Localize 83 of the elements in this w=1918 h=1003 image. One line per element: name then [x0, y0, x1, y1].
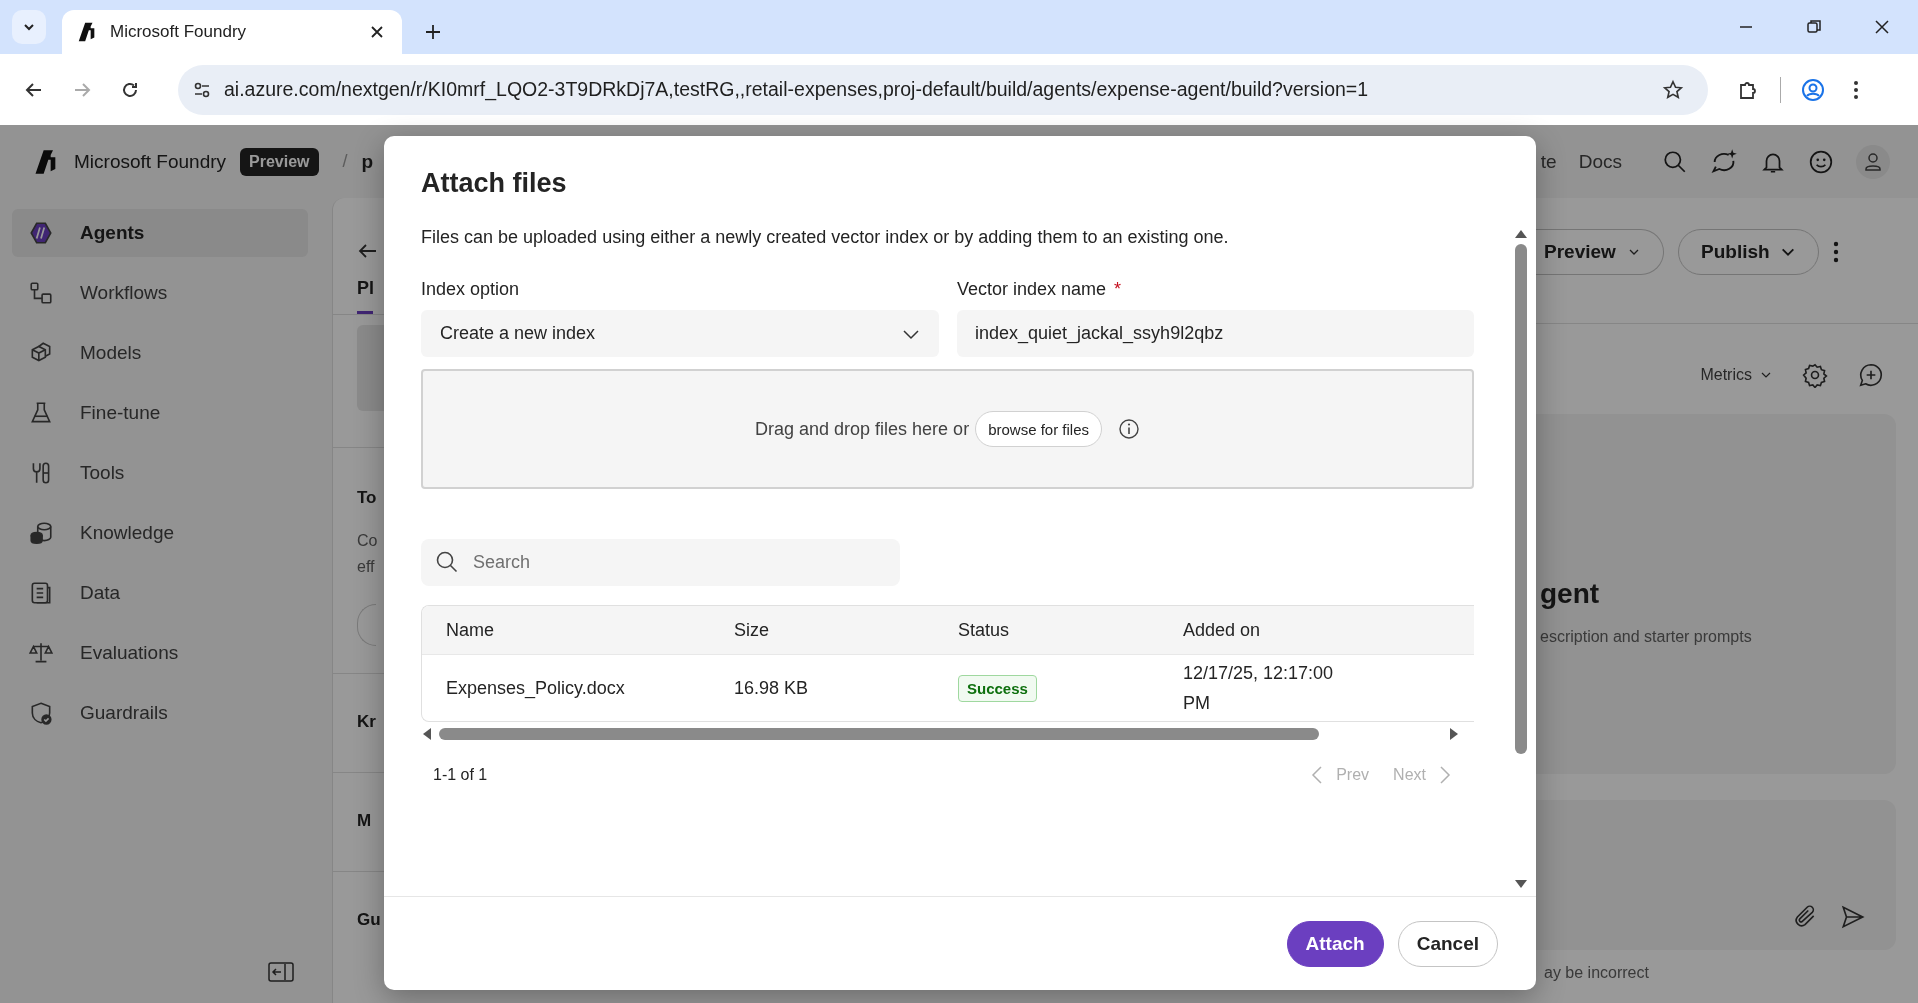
- dialog-description: Files can be uploaded using either a newly created vector index or by adding them to an existing one.: [421, 227, 1230, 248]
- agents-icon: [28, 220, 54, 246]
- smiley-icon[interactable]: [1808, 148, 1834, 175]
- settings-icon[interactable]: [1802, 362, 1828, 388]
- drop-zone-text: Drag and drop files here or: [755, 418, 970, 440]
- send-icon[interactable]: [1840, 904, 1866, 930]
- sidebar-item[interactable]: Tools: [12, 449, 308, 497]
- breadcrumb-link[interactable]: p: [361, 150, 374, 173]
- table-cell-text: 12/17/25, 12:17:00 PM: [1183, 662, 1335, 715]
- chevron-right-icon: [1438, 765, 1452, 785]
- browse-button[interactable]: browse for files: [975, 411, 1102, 447]
- address-field[interactable]: ai.azure.com/nextgen/r/KI0mrf_LQO2-3T9DRkDj7A,testRG,,retail-expenses,proj-default/build/agents/expense-agent/build?version=1: [178, 64, 1708, 115]
- close-icon[interactable]: [370, 25, 384, 39]
- horizontal-scrollbar[interactable]: [439, 728, 1319, 740]
- section-heading: To: [357, 488, 378, 508]
- close-icon[interactable]: [1874, 19, 1890, 35]
- pagination-range: 1-1 of 1: [433, 766, 488, 784]
- sidebar-item[interactable]: Fine-tune: [12, 389, 308, 437]
- table-cell-text: 16.98 KB: [734, 677, 810, 699]
- sidebar-item[interactable]: Agents: [12, 209, 308, 257]
- collapse-sidebar-icon[interactable]: [268, 961, 294, 983]
- table-row[interactable]: Expenses_Policy.docx 16.98 KB Success 12/17/25, 12:17:00 PM: [422, 654, 1474, 721]
- sidebar-item[interactable]: Data: [12, 569, 308, 617]
- column-header: Status: [958, 619, 1011, 641]
- status-badge: Success: [958, 674, 1037, 702]
- preview-badge: Preview: [240, 147, 319, 176]
- tab-search-button[interactable]: [12, 10, 46, 44]
- table-cell-text: Expenses_Policy.docx: [446, 677, 626, 699]
- card-subtitle: escription and starter prompts: [1540, 628, 1753, 646]
- index-option-dropdown[interactable]: Create a new index: [421, 310, 939, 357]
- sidebar-item[interactable]: Workflows: [12, 269, 308, 317]
- column-header: Name: [446, 619, 495, 641]
- breadcrumb-separator: /: [342, 151, 348, 172]
- section-heading: M: [357, 811, 373, 831]
- column-header: Size: [734, 619, 770, 641]
- scroll-down-icon[interactable]: [1514, 878, 1528, 890]
- vertical-scrollbar[interactable]: [1515, 244, 1527, 754]
- chevron-left-icon: [1310, 765, 1325, 785]
- new-tab-icon[interactable]: [424, 23, 442, 41]
- nav-link[interactable]: te: [1540, 150, 1557, 173]
- section-text: Co: [357, 531, 379, 551]
- restore-icon[interactable]: [1806, 19, 1822, 35]
- required-mark: *: [1114, 279, 1122, 300]
- preview-button[interactable]: Preview: [1536, 229, 1664, 275]
- field-label: Index option: [421, 279, 521, 300]
- attach-button[interactable]: Attach: [1286, 920, 1384, 967]
- card-heading: gent: [1540, 578, 1601, 610]
- bookmark-star-icon[interactable]: [1662, 78, 1684, 101]
- more-options-icon[interactable]: [1832, 241, 1839, 263]
- sidebar-item[interactable]: Models: [12, 329, 308, 377]
- docs-link[interactable]: Docs: [1578, 150, 1622, 173]
- cancel-button[interactable]: Cancel: [1397, 920, 1498, 967]
- disclaimer-text: ay be incorrect: [1543, 964, 1650, 982]
- brand-name[interactable]: Microsoft Foundry: [74, 150, 227, 173]
- column-header: Added on: [1183, 619, 1262, 641]
- workflow-icon: [28, 280, 54, 306]
- info-icon[interactable]: [1118, 418, 1140, 440]
- field-label: Vector index name: [957, 279, 1107, 300]
- dialog-title: Attach files: [421, 168, 568, 199]
- section-heading: Kr: [357, 712, 377, 732]
- url-text: ai.azure.com/nextgen/r/KI0mrf_LQO2-3T9DRkDj7A,testRG,,retail-expenses,proj-default/build/agents/expense-agent/build?version=1: [224, 78, 1370, 101]
- sidebar-item[interactable]: Knowledge: [12, 509, 308, 557]
- browser-tab[interactable]: Microsoft Foundry: [62, 10, 402, 54]
- tab-title: Microsoft Foundry: [110, 22, 248, 42]
- vector-index-name-field[interactable]: index_quiet_jackal_ssyh9l2qbz: [957, 310, 1474, 357]
- database-icon: [28, 520, 54, 546]
- metrics-dropdown[interactable]: Metrics: [1700, 366, 1772, 384]
- section-heading: Gu: [357, 910, 382, 930]
- avatar-icon[interactable]: [1856, 144, 1890, 179]
- sidebar-item[interactable]: Evaluations: [12, 629, 308, 677]
- publish-button[interactable]: Publish: [1678, 229, 1819, 275]
- kebab-menu-icon[interactable]: [1853, 79, 1859, 100]
- profile-icon[interactable]: [1801, 77, 1825, 102]
- section-text: eff: [357, 557, 376, 577]
- new-chat-icon[interactable]: [1858, 362, 1884, 388]
- scroll-up-icon[interactable]: [1514, 228, 1528, 240]
- drop-zone[interactable]: Drag and drop files here or browse for files: [421, 369, 1474, 489]
- sidebar-item[interactable]: Guardrails: [12, 689, 308, 737]
- search-icon: [435, 550, 459, 574]
- search-field[interactable]: Search: [421, 539, 900, 586]
- search-icon[interactable]: [1662, 148, 1688, 175]
- scroll-left-icon[interactable]: [421, 727, 433, 741]
- scroll-right-icon[interactable]: [1448, 727, 1460, 741]
